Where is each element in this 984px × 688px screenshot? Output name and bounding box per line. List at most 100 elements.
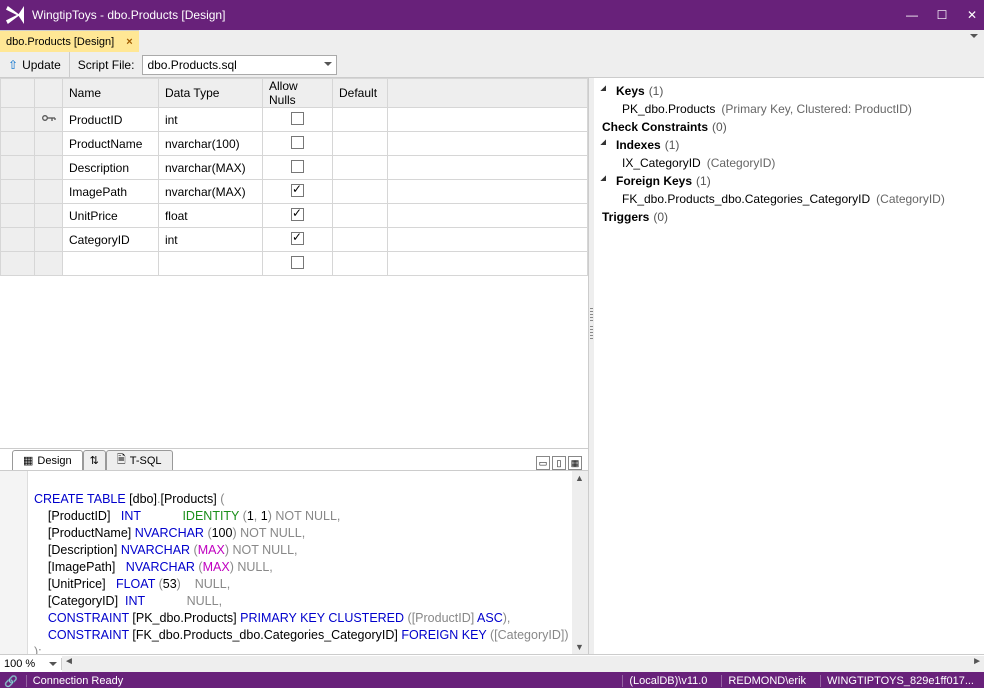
cell-extra [388,108,588,132]
columns-grid[interactable]: Name Data Type Allow Nulls Default Produ… [0,78,588,276]
col-header-name[interactable]: Name [63,79,159,108]
split-both-button[interactable]: ▦ [568,456,582,470]
pk-cell [35,108,63,132]
key-item[interactable]: PK_dbo.Products(Primary Key, Clustered: … [602,100,976,118]
sql-icon: 🗎 [117,451,126,470]
index-item[interactable]: IX_CategoryID(CategoryID) [602,154,976,172]
cell-allownulls[interactable] [263,132,333,156]
table-row[interactable]: UnitPricefloat [1,204,588,228]
cell-default[interactable] [333,204,388,228]
designer-view-tabs: ▦ Design ⇅ 🗎 T-SQL ▭ ▯ ▦ [0,448,588,470]
table-row[interactable]: ProductNamenvarchar(100) [1,132,588,156]
cell-name[interactable]: UnitPrice [63,204,159,228]
row-header[interactable] [1,132,35,156]
cell-extra [388,228,588,252]
minimize-button[interactable]: — [906,8,918,22]
tsql-editor[interactable]: CREATE TABLE [dbo].[Products] ( [Product… [0,471,572,654]
cell-default[interactable] [333,180,388,204]
row-header[interactable] [1,228,35,252]
title-bar: WingtipToys - dbo.Products [Design] — ☐ … [0,0,984,30]
checkbox-icon[interactable] [291,256,304,269]
script-file-dropdown[interactable]: dbo.Products.sql [142,55,337,75]
horizontal-scrollbar[interactable] [62,656,984,672]
expand-icon [600,139,611,150]
cell-name[interactable]: ProductName [63,132,159,156]
status-database: WINGTIPTOYS_829e1ff017... [820,675,980,687]
cell-allownulls[interactable] [263,180,333,204]
expand-icon [600,175,611,186]
fk-item[interactable]: FK_dbo.Products_dbo.Categories_CategoryI… [602,190,976,208]
update-button[interactable]: ⇧ Update [0,52,70,77]
cell-name[interactable]: CategoryID [63,228,159,252]
col-header-datatype[interactable]: Data Type [158,79,262,108]
cell-datatype[interactable]: int [158,228,262,252]
cell-name[interactable]: ImagePath [63,180,159,204]
row-header[interactable] [1,156,35,180]
checkbox-icon[interactable] [291,112,304,125]
checkbox-icon[interactable] [291,208,304,221]
keys-header[interactable]: Keys (1) [602,82,976,100]
tab-tsql[interactable]: 🗎 T-SQL [106,450,173,470]
cell-datatype[interactable]: nvarchar(MAX) [158,156,262,180]
close-button[interactable]: ✕ [966,8,978,22]
checkbox-icon[interactable] [291,232,304,245]
restore-button[interactable]: ☐ [936,8,948,22]
row-header[interactable] [1,204,35,228]
connection-icon: 🔗 [4,675,18,688]
checkbox-icon[interactable] [291,160,304,173]
cell-allownulls[interactable] [263,204,333,228]
cell-extra [388,156,588,180]
cell-default[interactable] [333,156,388,180]
status-connection: Connection Ready [26,675,615,687]
tab-label: dbo.Products [Design] [6,36,114,48]
tab-swap[interactable]: ⇅ [83,450,106,470]
zoom-dropdown[interactable]: 100 % [0,658,62,670]
vs-logo-icon [6,6,24,24]
cell-name[interactable]: ProductID [63,108,159,132]
cell-name[interactable]: Description [63,156,159,180]
cell-extra [388,180,588,204]
table-row[interactable]: CategoryIDint [1,228,588,252]
indexes-header[interactable]: Indexes (1) [602,136,976,154]
tab-close-icon[interactable]: × [126,36,132,48]
cell-allownulls[interactable] [263,228,333,252]
cell-extra [388,204,588,228]
designer-toolbar: ⇧ Update Script File: dbo.Products.sql [0,52,984,78]
row-header[interactable] [1,108,35,132]
table-row-new[interactable] [1,252,588,276]
cell-default[interactable] [333,228,388,252]
editor-footer: 100 % [0,654,984,672]
table-row[interactable]: Descriptionnvarchar(MAX) [1,156,588,180]
window-title: WingtipToys - dbo.Products [Design] [32,8,906,22]
split-vertical-button[interactable]: ▯ [552,456,566,470]
table-row[interactable]: ProductIDint [1,108,588,132]
grid-empty-area [0,276,588,448]
cell-allownulls[interactable] [263,156,333,180]
table-row[interactable]: ImagePathnvarchar(MAX) [1,180,588,204]
row-header[interactable] [1,180,35,204]
col-header-default[interactable]: Default [333,79,388,108]
table-properties-panel: Keys (1) PK_dbo.Products(Primary Key, Cl… [594,78,984,654]
col-header-allownulls[interactable]: Allow Nulls [263,79,333,108]
col-header-extra [388,79,588,108]
split-horizontal-button[interactable]: ▭ [536,456,550,470]
status-bar: 🔗 Connection Ready (LocalDB)\v11.0 REDMO… [0,672,984,688]
check-constraints-header[interactable]: Check Constraints (0) [602,118,976,136]
triggers-header[interactable]: Triggers (0) [602,208,976,226]
cell-datatype[interactable]: int [158,108,262,132]
checkbox-icon[interactable] [291,184,304,197]
tab-dbo-products-design[interactable]: dbo.Products [Design] × [0,30,139,52]
checkbox-icon[interactable] [291,136,304,149]
tab-design[interactable]: ▦ Design [12,450,83,470]
foreign-keys-header[interactable]: Foreign Keys (1) [602,172,976,190]
chevron-down-icon [324,62,332,70]
chevron-down-icon [49,662,57,670]
cell-default[interactable] [333,132,388,156]
cell-datatype[interactable]: float [158,204,262,228]
cell-default[interactable] [333,108,388,132]
sql-vertical-scrollbar[interactable] [572,471,588,654]
expand-icon [600,85,611,96]
cell-allownulls[interactable] [263,108,333,132]
cell-datatype[interactable]: nvarchar(100) [158,132,262,156]
cell-datatype[interactable]: nvarchar(MAX) [158,180,262,204]
